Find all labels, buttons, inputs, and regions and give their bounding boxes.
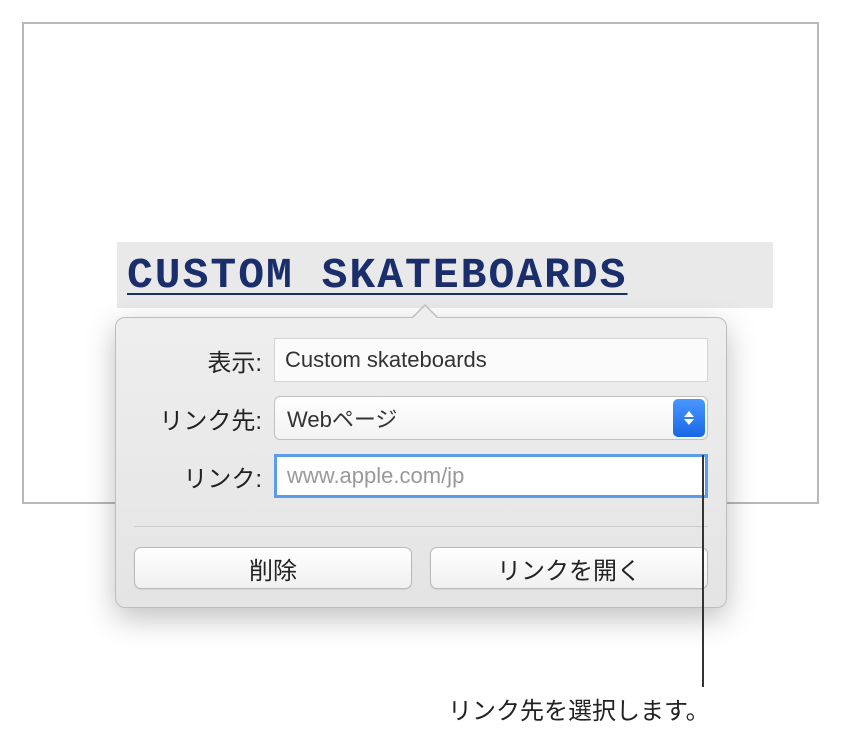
link-url-label: リンク: bbox=[134, 459, 274, 494]
hyperlink-text-selection[interactable]: CUSTOM SKATEBOARDS bbox=[117, 242, 773, 308]
link-url-row: リンク: bbox=[134, 454, 708, 498]
display-label: 表示: bbox=[134, 343, 274, 378]
callout-text: リンク先を選択します。 bbox=[448, 691, 710, 726]
link-to-dropdown[interactable]: Webページ bbox=[274, 396, 708, 440]
open-link-button[interactable]: リンクを開く bbox=[430, 547, 708, 589]
delete-button[interactable]: 削除 bbox=[134, 547, 412, 589]
display-input[interactable] bbox=[274, 338, 708, 382]
hyperlink-text-content: CUSTOM SKATEBOARDS bbox=[127, 251, 627, 300]
link-to-row: リンク先: Webページ bbox=[134, 396, 708, 440]
link-to-dropdown-value: Webページ bbox=[287, 402, 397, 434]
display-row: 表示: bbox=[134, 338, 708, 382]
link-to-label: リンク先: bbox=[134, 401, 274, 436]
updown-arrows-icon bbox=[673, 399, 705, 437]
callout-line bbox=[702, 455, 704, 687]
button-row: 削除 リンクを開く bbox=[134, 526, 708, 589]
link-editor-popover: 表示: リンク先: Webページ リンク: 削除 リンクを開く bbox=[115, 317, 727, 608]
link-url-input[interactable] bbox=[274, 454, 708, 498]
